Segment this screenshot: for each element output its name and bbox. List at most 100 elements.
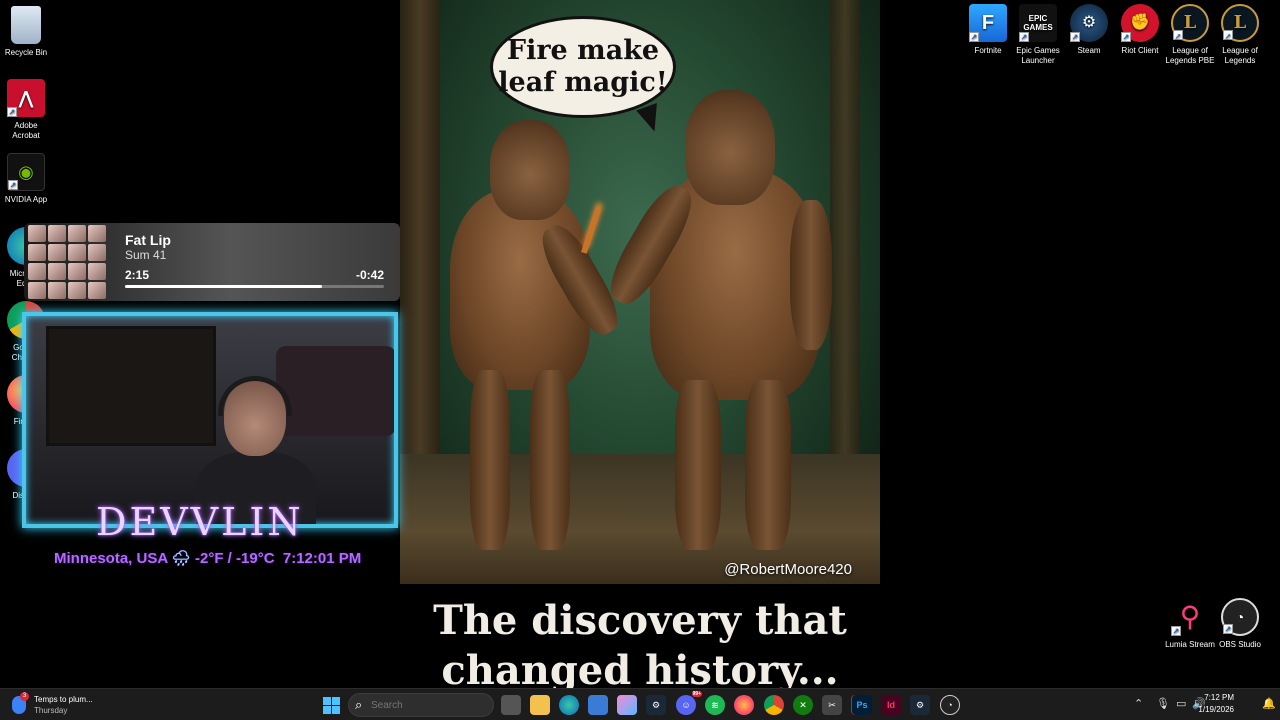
shortcut-arrow-icon: ↗ — [7, 107, 17, 117]
taskbar: 3 Temps to plum... Thursday ⌕ ⚙ ☺ 99+ ≋ … — [0, 688, 1280, 720]
location-text: Minnesota, USA — [54, 550, 168, 567]
album-art — [28, 225, 106, 299]
song-title: Fat Lip — [125, 232, 171, 248]
desktop-icon-label: Fortnite — [974, 46, 1002, 55]
speech-line-1: Fire make — [506, 35, 660, 66]
photoshop-icon[interactable]: Ps — [852, 695, 872, 715]
meme-caption: The discovery that changed history... — [400, 596, 880, 696]
microphone-icon[interactable]: 🎙 — [1156, 697, 1170, 710]
shortcut-arrow-icon: ↗ — [969, 32, 979, 42]
league-pbe-icon: L ↗ — [1171, 4, 1209, 42]
recycle-bin-icon — [11, 6, 41, 44]
desktop-icon-league-pbe[interactable]: L ↗ League of Legends PBE — [1164, 4, 1216, 66]
desktop-icon-label: League of Legends PBE — [1165, 46, 1215, 65]
file-explorer-icon[interactable] — [530, 695, 550, 715]
desktop-icon-league[interactable]: L ↗ League of Legends — [1214, 4, 1266, 66]
song-progress-fill — [125, 285, 322, 288]
caption-line-1: The discovery that — [433, 597, 847, 644]
webcam-feed — [22, 312, 398, 528]
desktop-icon-lumia-stream[interactable]: ⚲ ↗ Lumia Stream — [1164, 598, 1216, 650]
news-title: Temps to plum... — [34, 695, 93, 704]
windows-icon — [322, 696, 340, 714]
song-progress-bar[interactable] — [125, 285, 384, 288]
desktop-icon-label: Epic Games Launcher — [1016, 46, 1060, 65]
taskbar-clock[interactable]: 7:12 PM 1/19/2026 — [1198, 692, 1234, 716]
desktop-icon-label: Steam — [1077, 46, 1101, 55]
desktop-icon-recycle-bin[interactable]: Recycle Bin — [0, 6, 52, 58]
search-icon: ⌕ — [355, 697, 363, 712]
fortnite-icon: F ↗ — [969, 4, 1007, 42]
caveman-right — [600, 90, 832, 560]
now-playing-widget[interactable]: Fat Lip Sum 41 2:15 -0:42 — [24, 223, 400, 301]
bell-icon[interactable]: 🔔 — [1262, 697, 1276, 710]
news-day: Thursday — [34, 706, 68, 715]
caveman-left — [440, 120, 628, 560]
shortcut-arrow-icon: ↗ — [1070, 32, 1080, 42]
steam-taskbar-icon[interactable]: ⚙ — [646, 695, 666, 715]
shortcut-arrow-icon: ↗ — [8, 180, 18, 190]
task-view-button[interactable] — [501, 695, 521, 715]
chevron-up-icon[interactable]: ⌃ — [1134, 697, 1143, 710]
edge-taskbar-icon[interactable] — [559, 695, 579, 715]
desktop-icon-fortnite[interactable]: F ↗ Fortnite — [962, 4, 1014, 56]
weather-bar: Minnesota, USA 🌧 -2°F / -19°C 7:12:01 PM — [54, 549, 361, 567]
desktop-icon-label: OBS Studio — [1219, 640, 1261, 649]
clock-date: 1/19/2026 — [1198, 705, 1234, 714]
shortcut-arrow-icon: ↗ — [1019, 32, 1029, 42]
speech-bubble: Fire make leaf magic! — [490, 16, 676, 118]
desktop-icon-nvidia[interactable]: ◉ ↗ NVIDIA App — [0, 153, 52, 205]
shortcut-arrow-icon: ↗ — [1171, 626, 1181, 636]
stream-brand: DEVVLIN — [96, 500, 304, 544]
desktop-icon-label: Recycle Bin — [4, 48, 48, 57]
desktop-icon-riot-client[interactable]: ✊ ↗ Riot Client — [1114, 4, 1166, 56]
indesign-icon[interactable]: Id — [881, 695, 901, 715]
meme-credit: @RobertMoore420 — [724, 561, 852, 578]
league-icon: L ↗ — [1221, 4, 1259, 42]
discord-taskbar-icon[interactable]: ☺ 99+ — [676, 691, 702, 715]
steam-big-icon[interactable]: ⚙ — [910, 695, 930, 715]
shortcut-arrow-icon: ↗ — [1223, 624, 1233, 634]
obs-icon: ◔ ↗ — [1221, 598, 1259, 636]
epic-games-icon: EPIC GAMES ↗ — [1019, 4, 1057, 42]
store-icon[interactable] — [588, 695, 608, 715]
obs-taskbar-icon[interactable]: ◔ — [940, 695, 960, 715]
firefox-taskbar-icon[interactable] — [734, 695, 754, 715]
snipping-tool-icon[interactable]: ✂ — [822, 695, 842, 715]
desktop-icon-obs[interactable]: ◔ ↗ OBS Studio — [1214, 598, 1266, 650]
overlay-time-text: 7:12:01 PM — [282, 550, 362, 567]
network-icon[interactable]: ▭ — [1176, 697, 1186, 710]
chrome-taskbar-icon[interactable] — [764, 695, 784, 715]
headphones — [218, 376, 292, 416]
desktop-icon-epic-games[interactable]: EPIC GAMES ↗ Epic Games Launcher — [1012, 4, 1064, 66]
taskbar-search[interactable]: ⌕ — [348, 693, 494, 717]
desktop-icon-label: Riot Client — [1121, 46, 1159, 55]
riot-client-icon: ✊ ↗ — [1121, 4, 1159, 42]
desktop-icon-steam[interactable]: ⚙ ↗ Steam — [1063, 4, 1115, 56]
desktop-icon-label: League of Legends — [1222, 46, 1258, 65]
time-elapsed: 2:15 — [125, 268, 150, 282]
widgets-news[interactable]: 3 Temps to plum... Thursday — [8, 692, 118, 718]
desktop-icon-adobe-acrobat[interactable]: ⋀ ↗ Adobe Acrobat — [0, 79, 52, 141]
clock-time: 7:12 PM — [1204, 693, 1234, 702]
time-remaining: -0:42 — [355, 268, 384, 282]
temperature-text: -2°F / -19°C — [195, 550, 275, 567]
song-artist: Sum 41 — [125, 248, 167, 262]
xbox-icon[interactable]: ✕ — [793, 695, 813, 715]
room-shelf — [46, 326, 216, 446]
cloud-rain-icon: 🌧 — [171, 550, 191, 567]
nvidia-icon: ◉ ↗ — [7, 153, 45, 191]
spotify-icon[interactable]: ≋ — [705, 695, 725, 715]
meme-image: Fire make leaf magic! @RobertMoore420 — [400, 0, 880, 584]
speech-line-2: leaf magic! — [498, 67, 668, 98]
desktop-icon-label: NVIDIA App — [4, 195, 48, 204]
desktop-icon-label: Adobe Acrobat — [12, 121, 40, 140]
copilot-icon[interactable] — [617, 695, 637, 715]
desktop-icon-label: Lumia Stream — [1165, 640, 1215, 649]
lumia-stream-icon: ⚲ ↗ — [1171, 601, 1201, 636]
steam-icon: ⚙ ↗ — [1070, 4, 1108, 42]
search-input[interactable] — [371, 697, 461, 713]
adobe-acrobat-icon: ⋀ ↗ — [7, 79, 45, 117]
shortcut-arrow-icon: ↗ — [1223, 30, 1233, 41]
start-button[interactable] — [321, 695, 341, 715]
shortcut-arrow-icon: ↗ — [1121, 32, 1131, 42]
